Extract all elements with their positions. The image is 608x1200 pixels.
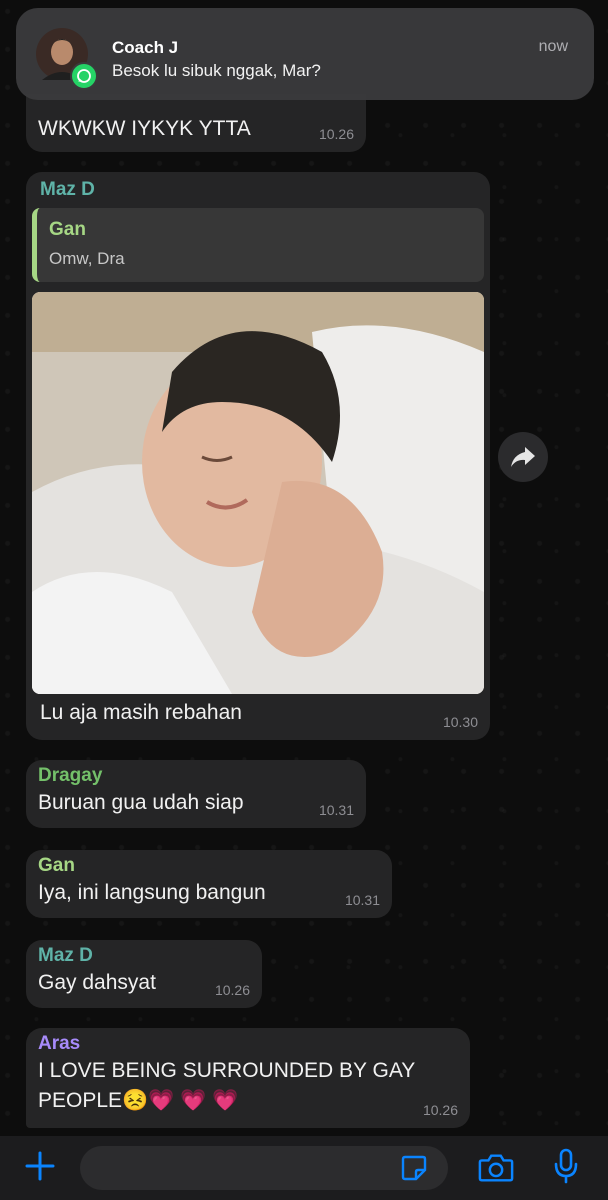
notification-banner[interactable]: Coach J Besok lu sibuk nggak, Mar? now <box>16 8 594 100</box>
message-bubble[interactable]: Dragay Buruan gua udah siap 10.31 <box>26 760 366 828</box>
message-time: 10.26 <box>214 982 250 998</box>
message-time: 10.31 <box>318 802 354 818</box>
sender-name[interactable]: Maz D <box>32 178 484 202</box>
message-text: Buruan gua udah siap <box>38 791 244 814</box>
chat-area[interactable]: WKWKW IYKYK YTTA 10.26 Maz D Gan Omw, Dr… <box>0 0 608 1200</box>
microphone-button[interactable] <box>548 1148 584 1184</box>
notification-title: Coach J <box>112 38 179 57</box>
quoted-text: Omw, Dra <box>49 249 125 268</box>
sender-name[interactable]: Aras <box>38 1032 460 1056</box>
sender-name[interactable]: Maz D <box>38 944 252 968</box>
notification-avatar <box>36 28 98 90</box>
sender-name[interactable]: Dragay <box>38 764 356 788</box>
sticker-icon <box>401 1155 427 1181</box>
notification-body: Besok lu sibuk nggak, Mar? <box>112 61 321 80</box>
message-bubble[interactable]: WKWKW IYKYK YTTA 10.26 <box>26 94 366 152</box>
plus-icon <box>25 1151 55 1181</box>
message-text: Iya, ini langsung bangun <box>38 881 266 904</box>
message-text-line: I LOVE BEING SURROUNDED BY GAY <box>38 1059 416 1082</box>
message-bubble[interactable]: Gan Iya, ini langsung bangun 10.31 <box>26 850 392 918</box>
whatsapp-icon <box>70 62 98 90</box>
forward-button[interactable] <box>498 432 548 482</box>
message-time: 10.30 <box>442 714 478 730</box>
plus-button[interactable] <box>22 1148 58 1184</box>
message-time: 10.26 <box>318 126 354 142</box>
notification-time: now <box>538 38 568 55</box>
quoted-message[interactable]: Gan Omw, Dra <box>32 208 484 282</box>
message-input[interactable] <box>80 1146 448 1190</box>
camera-button[interactable] <box>478 1150 514 1186</box>
message-text: WKWKW IYKYK YTTA <box>38 117 251 140</box>
message-bubble[interactable]: Maz D Gan Omw, Dra Lu aja masih rebahan … <box>26 172 490 740</box>
photo-attachment[interactable] <box>32 292 484 694</box>
camera-icon <box>478 1154 514 1182</box>
microphone-icon <box>554 1148 578 1184</box>
quoted-sender: Gan <box>49 219 86 240</box>
message-time: 10.26 <box>422 1102 458 1118</box>
message-time: 10.31 <box>344 892 380 908</box>
forward-arrow-icon <box>511 447 535 467</box>
input-bar <box>0 1136 608 1200</box>
message-bubble[interactable]: Aras I LOVE BEING SURROUNDED BY GAY PEOP… <box>26 1028 470 1128</box>
sticker-button[interactable] <box>396 1150 432 1186</box>
message-bubble[interactable]: Maz D Gay dahsyat 10.26 <box>26 940 262 1008</box>
photo-image <box>32 292 484 694</box>
sender-name[interactable]: Gan <box>38 854 382 878</box>
message-text-line: PEOPLE😣💗 💗 💗 <box>38 1089 239 1112</box>
message-text: Lu aja masih rebahan <box>40 701 242 724</box>
